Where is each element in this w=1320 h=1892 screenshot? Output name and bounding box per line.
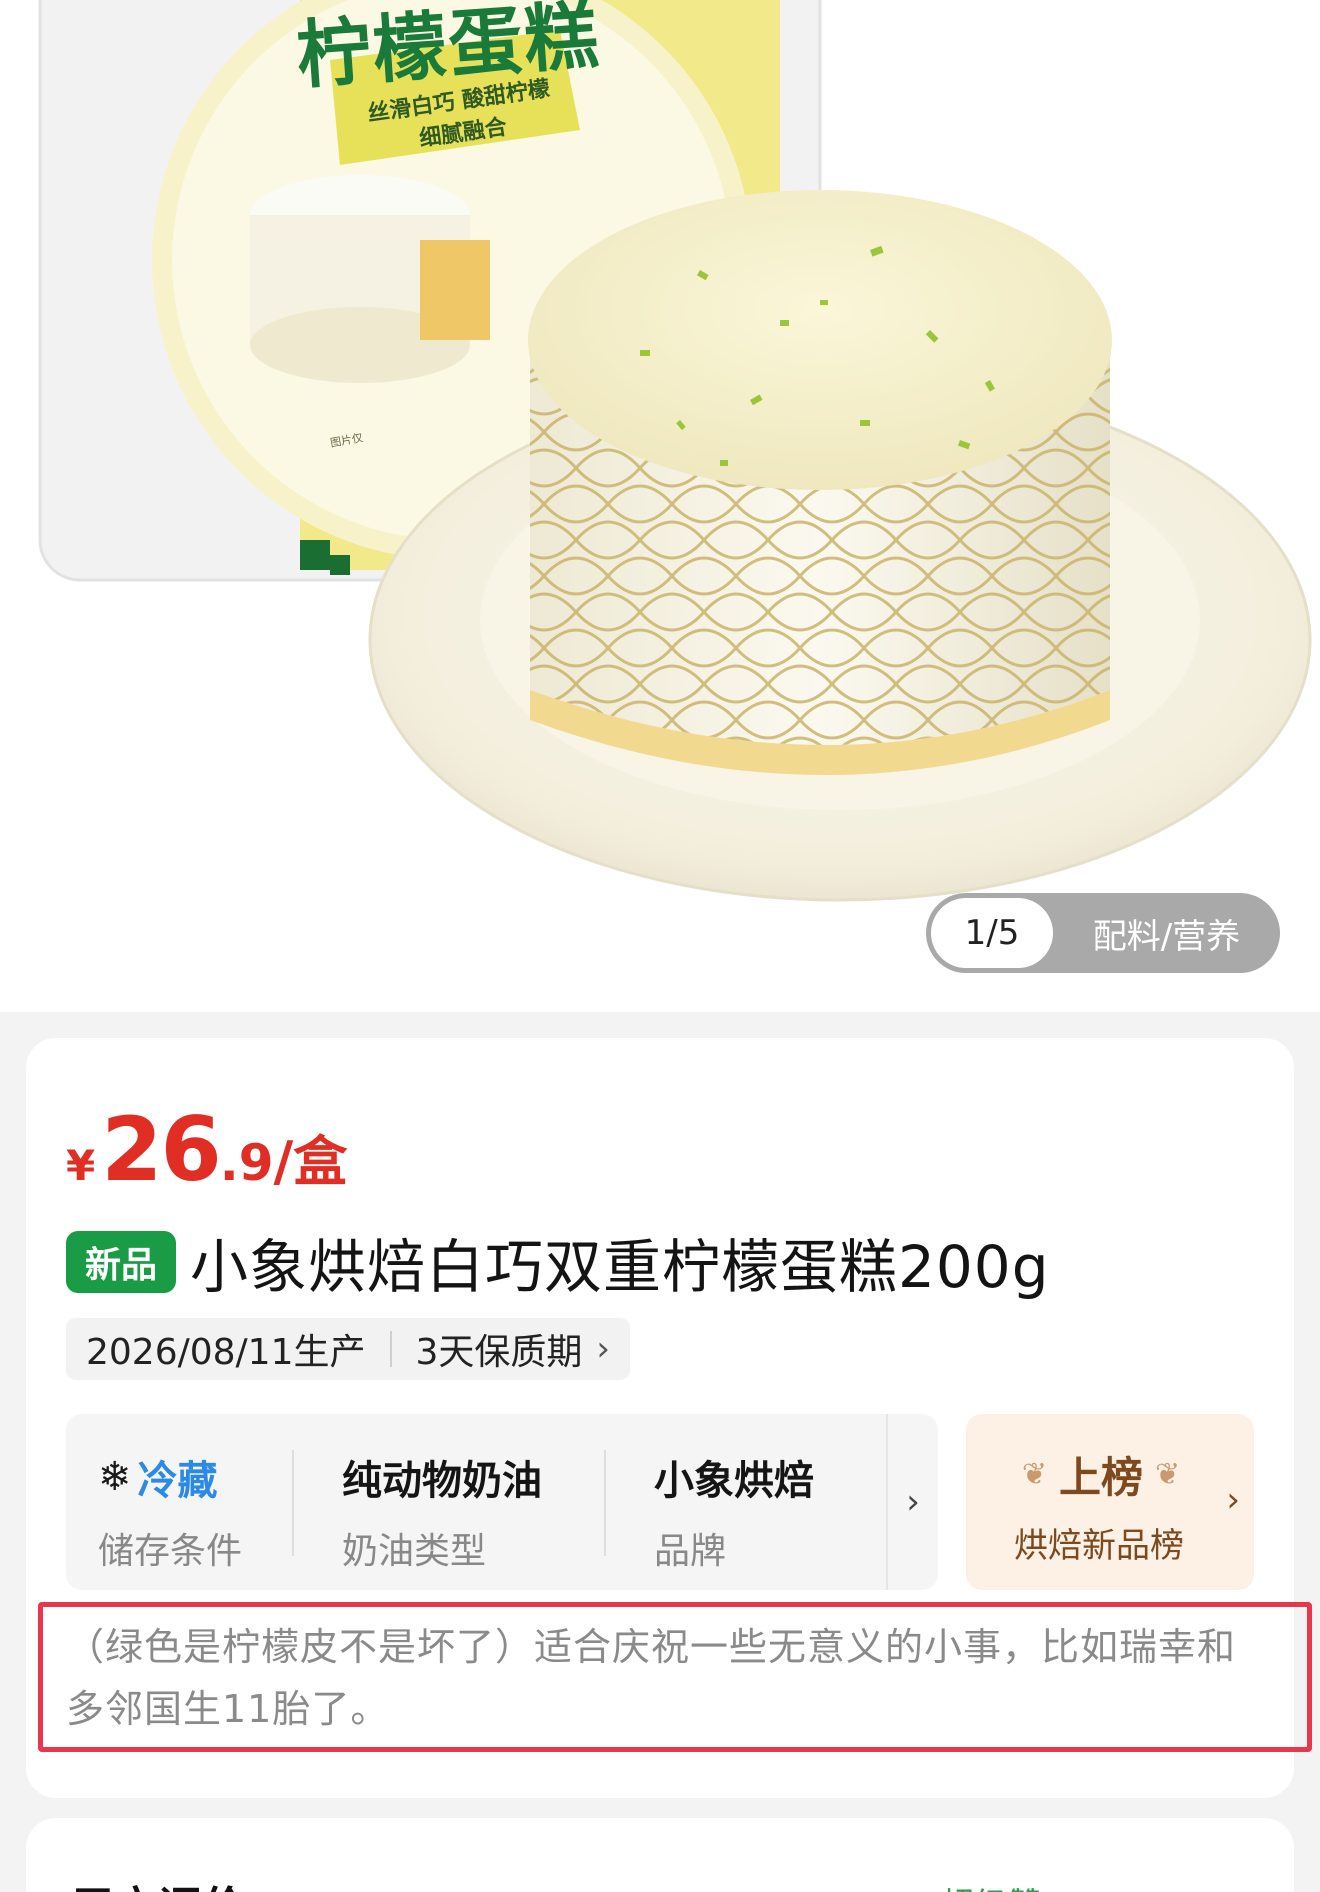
laurel-left-icon: ❦ xyxy=(1021,1457,1047,1492)
product-title: 小象烘焙白巧双重柠檬蛋糕200g xyxy=(190,1233,1050,1301)
attribute-storage: ❄ 冷藏 储存条件 xyxy=(98,1414,242,1590)
freshness-info[interactable]: 2026/08/11生产 3天保质期 › xyxy=(66,1318,631,1380)
divider xyxy=(389,1331,392,1367)
chevron-right-icon: › xyxy=(596,1329,611,1369)
ingredients-nutrition-tab[interactable]: 配料/营养 xyxy=(1053,909,1280,958)
page-indicator: 1/5 xyxy=(931,898,1053,968)
attribute-value: ❄ 冷藏 xyxy=(98,1448,242,1506)
reviews-summary[interactable]: 超级赞 xyxy=(940,1878,1042,1892)
annotation-note: （绿色是柠檬皮不是坏了）适合庆祝一些无意义的小事，比如瑞幸和多邻国生11胎了。 xyxy=(66,1625,1237,1731)
attribute-value: 纯动物奶油 xyxy=(342,1458,542,1504)
reviews-title: 用户评价 xyxy=(70,1872,246,1892)
chevron-right-icon: › xyxy=(1226,1480,1240,1520)
attribute-cream-type: 纯动物奶油 奶油类型 xyxy=(342,1414,542,1590)
chevron-right-icon[interactable]: › xyxy=(886,1414,938,1590)
attribute-value: 小象烘焙 xyxy=(654,1458,814,1504)
product-attributes[interactable]: ❄ 冷藏 储存条件 纯动物奶油 奶油类型 小象烘焙 品牌 › xyxy=(66,1414,938,1590)
ranking-title: ❦ 上榜 ❦ xyxy=(1006,1444,1196,1505)
attribute-label: 奶油类型 xyxy=(342,1531,487,1572)
divider xyxy=(292,1450,294,1556)
product-title-row: 新品 小象烘焙白巧双重柠檬蛋糕200g xyxy=(66,1220,1050,1304)
new-badge: 新品 xyxy=(66,1231,176,1293)
shelf-life: 3天保质期 xyxy=(415,1332,583,1373)
attribute-brand: 小象烘焙 品牌 xyxy=(654,1414,814,1590)
product-photo xyxy=(38,0,1312,902)
gallery-pager[interactable]: 1/5 配料/营养 xyxy=(926,893,1280,973)
storage-value: 冷藏 xyxy=(137,1458,218,1504)
ranking-subtitle: 烘焙新品榜 xyxy=(1014,1526,1184,1566)
laurel-right-icon: ❦ xyxy=(1155,1457,1181,1492)
divider xyxy=(604,1450,606,1556)
product-image-gallery[interactable]: 柠檬蛋糕 丝滑白巧 酸甜柠檬 细腻融合 图片仅 xyxy=(0,0,1320,1012)
production-date: 2026/08/11生产 xyxy=(86,1332,366,1373)
ranking-card[interactable]: ❦ 上榜 ❦ 烘焙新品榜 › xyxy=(966,1414,1254,1590)
snowflake-icon: ❄ xyxy=(98,1454,132,1500)
price-unit: /盒 xyxy=(273,1130,348,1193)
attribute-label: 品牌 xyxy=(654,1531,727,1572)
price-integer: 26 xyxy=(101,1098,221,1201)
price-decimal: .9 xyxy=(219,1134,274,1192)
ranking-title-text: 上榜 xyxy=(1058,1453,1143,1502)
attribute-label: 储存条件 xyxy=(98,1531,243,1572)
price: ¥ 26 .9 /盒 xyxy=(66,1098,347,1201)
price-currency: ¥ xyxy=(66,1141,96,1190)
